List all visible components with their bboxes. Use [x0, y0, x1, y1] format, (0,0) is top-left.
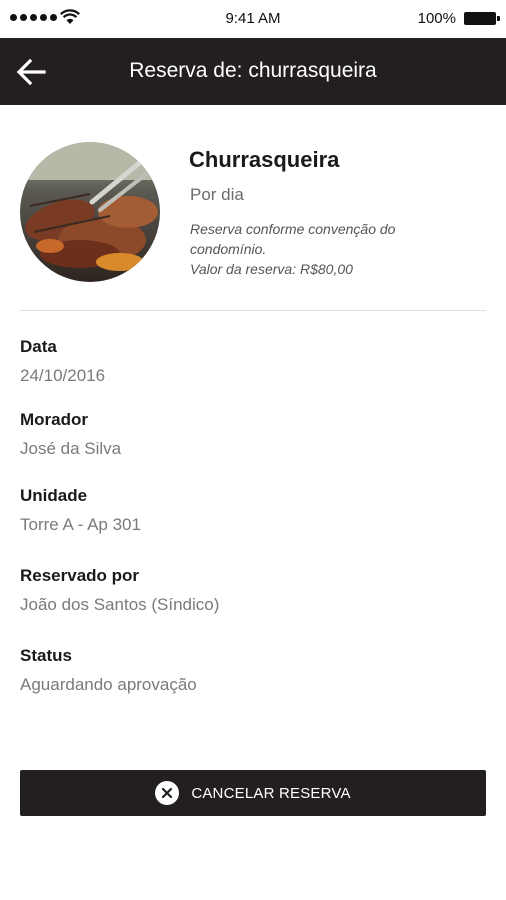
unit-label: Unidade: [20, 486, 88, 505]
page-title: Reserva de: churrasqueira: [129, 59, 377, 82]
battery-icon: [464, 12, 500, 25]
facility-note-line: condomínio.: [190, 241, 267, 257]
battery-percentage: 100%: [417, 10, 456, 27]
app-header: Reserva de: churrasqueira: [0, 38, 506, 105]
date-value: 24/10/2016: [20, 366, 106, 385]
unit-value: Torre A - Ap 301: [20, 515, 141, 534]
close-circle-icon: [155, 781, 180, 805]
resident-value: José da Silva: [20, 439, 122, 458]
facility-photo: [20, 142, 160, 282]
reserved-by-label: Reservado por: [20, 566, 140, 585]
reserved-by-value: João dos Santos (Síndico): [20, 595, 220, 614]
facility-name: Churrasqueira: [189, 147, 340, 172]
status-bar: 9:41 AM 100%: [0, 0, 506, 38]
cancel-reservation-button[interactable]: CANCELAR RESERVA: [20, 770, 486, 816]
facility-period: Por dia: [190, 185, 244, 204]
cancel-button-label: CANCELAR RESERVA: [191, 784, 351, 802]
facility-price-line: Valor da reserva: R$80,00: [190, 261, 353, 277]
divider: [20, 310, 486, 311]
status-label: Status: [20, 646, 72, 665]
facility-note-line: Reserva conforme convenção do: [190, 221, 396, 237]
status-value: Aguardando aprovação: [20, 675, 197, 694]
date-label: Data: [20, 337, 57, 356]
facility-note: Reserva conforme convenção do condomínio…: [190, 219, 480, 279]
resident-label: Morador: [20, 410, 88, 429]
